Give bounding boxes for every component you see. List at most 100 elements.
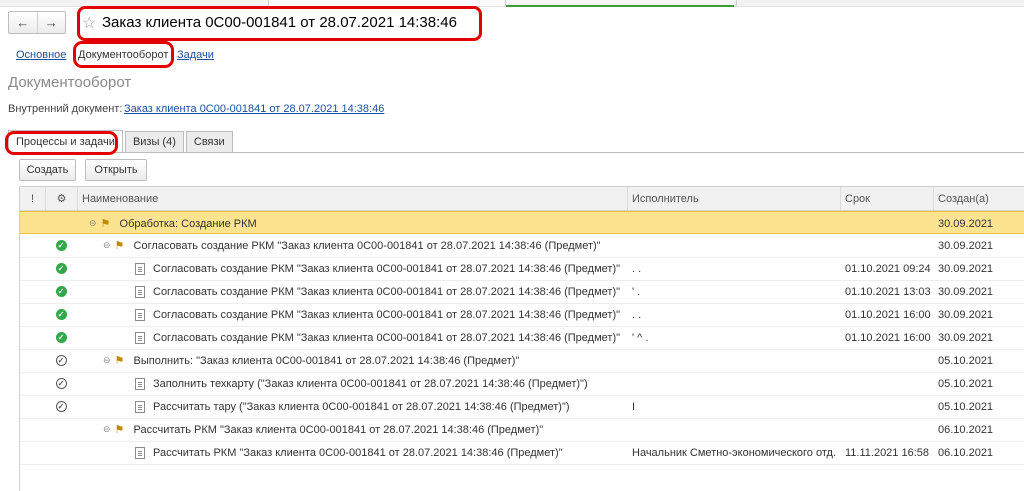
favorite-star-icon[interactable]: ☆ [82,13,96,33]
table-row[interactable]: ✓ ⊖ ⚑ Согласовать создание РКМ "Заказ клиен… [20,234,1024,258]
status-cell [45,441,77,464]
due-cell [845,418,931,441]
col-executor[interactable]: Исполнитель [627,187,840,210]
pending-check-icon: ✓ [55,355,67,366]
process-icon: ⚑ [100,218,111,230]
task-icon [135,285,145,298]
name-cell: Согласовать создание РКМ "Заказ клиента … [135,280,623,303]
created-cell: 30.09.2021 [938,239,994,252]
process-icon: ⚑ [114,424,125,436]
created-cell: 30.09.2021 [938,285,994,298]
task-icon [135,331,145,344]
collapse-icon[interactable]: ⊖ [103,355,111,366]
docflow-highlight [73,41,174,68]
status-column-icon: ⚙ [56,193,67,205]
tasks-table: ! ⚙ Наименование Исполнитель Срок Создан… [19,186,1024,491]
row-name: Рассчитать РКМ "Заказ клиента 0С00-00184… [153,446,563,459]
collapse-icon[interactable]: ⊖ [89,218,97,229]
back-arrow-icon[interactable]: ← [9,12,38,33]
table-row[interactable]: ✓ Согласовать создание РКМ "Заказ клиента… [20,280,1024,304]
name-cell: ⊖ ⚑ Выполнить: "Заказ клиента 0С00-001841 … [103,349,623,372]
row-name: Согласовать создание РКМ "Заказ клиента … [153,331,621,344]
table-row[interactable]: ✓ Согласовать создание РКМ "Заказ клиента… [20,257,1024,281]
table-row[interactable]: ✓ Согласовать создание РКМ "Заказ клиента… [20,326,1024,350]
name-cell: Рассчитать тару ("Заказ клиента 0С00-001… [135,395,623,418]
status-cell: ✓ [45,303,77,326]
executor-cell: . . [632,262,642,275]
col-due[interactable]: Срок [840,187,933,210]
col-created[interactable]: Создан(а) [933,187,1024,210]
table-row[interactable]: ✓ Согласовать создание РКМ "Заказ клиента… [20,303,1024,327]
name-cell: ⊖ ⚑ Обработка: Создание РКМ [89,212,623,235]
executor-cell [632,234,836,257]
created-cell: 30.09.2021 [938,262,994,275]
window-tab[interactable] [736,0,837,6]
executor-cell [632,418,836,441]
completed-check-icon: ✓ [55,240,67,251]
tab-visas[interactable]: Визы (4) [124,131,184,152]
row-name: Рассчитать тару ("Заказ клиента 0С00-001… [153,400,570,413]
due-cell [845,372,931,395]
table-row[interactable]: ⊖ ⚑ Обработка: Создание РКМ 30.09.2021 [20,211,1024,234]
status-cell: ✓ [45,349,77,372]
executor-cell: ' . [632,285,641,298]
created-cell: 30.09.2021 [938,308,994,321]
due-cell [845,234,931,257]
tab-highlight [5,131,118,155]
executor-cell: ' ^ . [632,331,649,344]
status-cell: ✓ [45,372,77,395]
link-tasks[interactable]: Задачи [177,49,214,61]
collapse-icon[interactable]: ⊖ [103,240,111,251]
status-cell: ✓ [45,280,77,303]
pending-check-icon: ✓ [55,401,67,412]
status-cell: ✓ [45,395,77,418]
completed-check-icon: ✓ [55,286,67,297]
section-title: Документооборот [8,74,132,91]
table-row[interactable]: ⊖ ⚑ Рассчитать РКМ "Заказ клиента 0С00-001… [20,418,1024,442]
row-name: Рассчитать РКМ "Заказ клиента 0С00-00184… [133,423,544,436]
row-name: Обработка: Создание РКМ [119,217,257,230]
table-row[interactable]: ✓ Заполнить техкарту ("Заказ клиента 0С00… [20,372,1024,396]
executor-cell: I [632,400,636,413]
due-cell [845,212,931,235]
status-cell: ✓ [45,326,77,349]
name-cell: ⊖ ⚑ Согласовать создание РКМ "Заказ клиент… [103,234,623,257]
table-row[interactable]: ✓ ⊖ ⚑ Выполнить: "Заказ клиента 0С00-001841… [20,349,1024,373]
created-cell: 30.09.2021 [938,331,994,344]
row-name: Заполнить техкарту ("Заказ клиента 0С00-… [153,377,588,390]
history-nav: ← → [8,11,66,34]
name-cell: ⊖ ⚑ Рассчитать РКМ "Заказ клиента 0С00-001… [103,418,623,441]
internal-doc-label: Внутренний документ: [8,103,123,115]
create-button[interactable]: Создать [19,159,76,181]
tab-divider [8,152,1024,153]
due-cell: 01.10.2021 13:03 [845,285,931,298]
name-cell: Согласовать создание РКМ "Заказ клиента … [135,326,623,349]
executor-cell: . . [632,308,642,321]
process-icon: ⚑ [114,240,125,252]
row-name: Согласовать создание РКМ "Заказ клиента … [153,308,621,321]
open-button[interactable]: Открыть [85,159,147,181]
pending-check-icon: ✓ [55,378,67,389]
completed-check-icon: ✓ [55,309,67,320]
due-cell: 01.10.2021 16:00 [845,308,931,321]
internal-doc-link[interactable]: Заказ клиента 0С00-001841 от 28.07.2021 … [124,103,384,115]
table-row[interactable]: ✓ Рассчитать тару ("Заказ клиента 0С00-00… [20,395,1024,419]
col-status[interactable]: ⚙ [45,187,77,210]
window-tab-active[interactable] [506,0,734,7]
table-header: ! ⚙ Наименование Исполнитель Срок Создан… [20,187,1024,211]
due-cell: 01.10.2021 16:00 [845,331,931,344]
task-icon [135,400,145,413]
name-cell: Согласовать создание РКМ "Заказ клиента … [135,257,623,280]
executor-cell [632,372,836,395]
status-cell [45,418,77,441]
col-importance[interactable]: ! [20,187,45,210]
forward-arrow-icon[interactable]: → [38,12,66,33]
executor-cell: Начальник Сметно-экономического отд... [632,446,836,459]
collapse-icon[interactable]: ⊖ [103,424,111,435]
link-main[interactable]: Основное [16,49,66,61]
table-row[interactable]: Рассчитать РКМ "Заказ клиента 0С00-00184… [20,441,1024,465]
col-name[interactable]: Наименование [77,187,627,210]
due-cell: 11.11.2021 16:58 [845,446,930,459]
row-name: Согласовать создание РКМ "Заказ клиента … [153,262,621,275]
tab-links[interactable]: Связи [185,131,233,152]
